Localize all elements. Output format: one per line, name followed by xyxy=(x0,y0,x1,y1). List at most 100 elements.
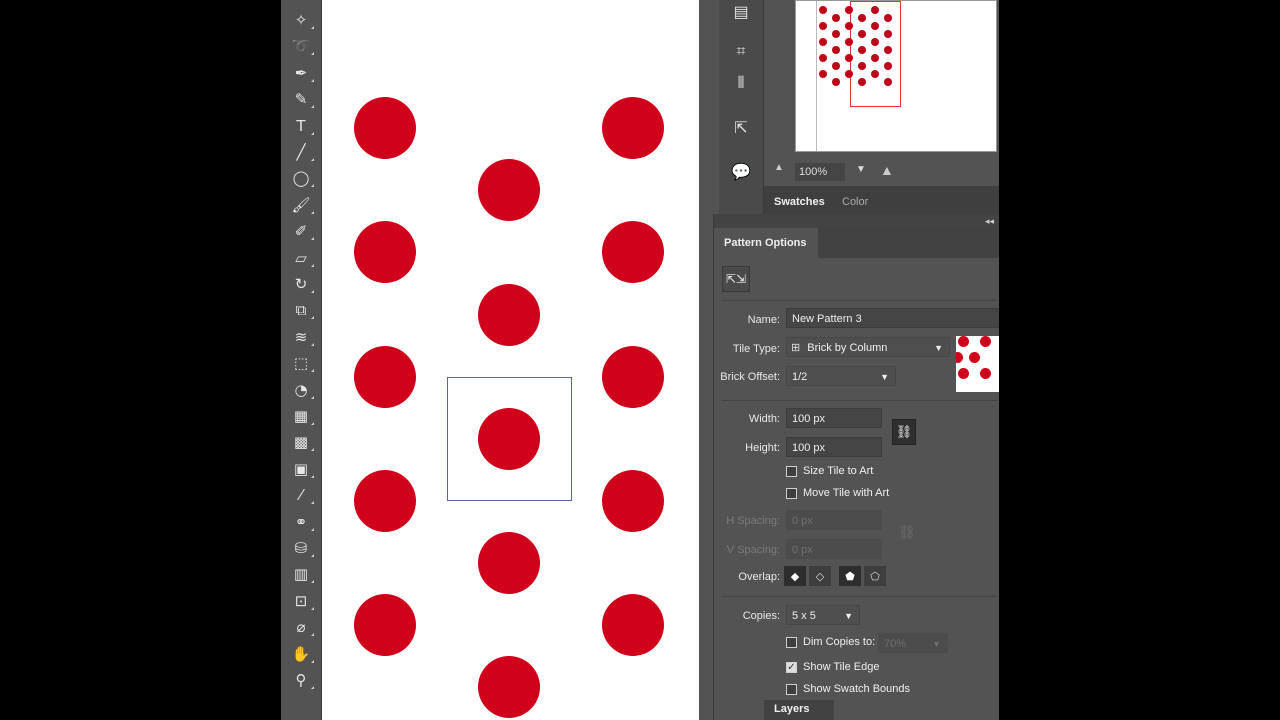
ellipse-icon[interactable]: ◯ xyxy=(287,166,315,190)
layers-tab-label: Layers xyxy=(774,703,810,715)
overlap-top-in-front-button[interactable]: ⬟ xyxy=(839,566,861,586)
navigator-dot xyxy=(819,54,827,62)
preview-dot xyxy=(958,336,969,347)
overlap-right-in-front-button[interactable]: ◇ xyxy=(809,566,831,586)
hand-icon[interactable]: ✋ xyxy=(287,642,315,666)
navigator-page xyxy=(816,1,996,151)
navigator-dot xyxy=(845,54,853,62)
zoom-icon[interactable]: ⚲ xyxy=(287,668,315,692)
zoom-out-icon[interactable]: ▲ xyxy=(774,162,784,173)
pen-icon[interactable]: ✒ xyxy=(287,61,315,85)
align-panel-icon[interactable]: ⫴ xyxy=(729,72,753,96)
layers-tab[interactable]: Layers xyxy=(764,700,834,720)
tile-type-label: Tile Type: xyxy=(732,343,780,355)
artboard-canvas[interactable] xyxy=(322,0,699,720)
magic-wand-icon[interactable]: ✧ xyxy=(287,8,315,32)
navigator-dot xyxy=(884,30,892,38)
move-tile-with-art-label: Move Tile with Art xyxy=(803,487,890,499)
overlap-left-in-front-button[interactable]: ◆ xyxy=(784,566,806,586)
type-icon[interactable]: T xyxy=(287,114,315,138)
name-input[interactable]: New Pattern 3 xyxy=(786,308,999,328)
pattern-dot xyxy=(354,221,416,283)
tab-pattern-options[interactable]: Pattern Options xyxy=(714,228,818,258)
navigator-dot xyxy=(832,78,840,86)
navigator-dot xyxy=(819,22,827,30)
shape-builder-icon[interactable]: ◔ xyxy=(287,378,315,402)
rotate-icon[interactable]: ↻ xyxy=(287,272,315,296)
pattern-dot xyxy=(354,346,416,408)
height-input[interactable]: 100 px xyxy=(786,437,882,457)
preview-dot xyxy=(969,352,980,363)
h-spacing-input[interactable]: 0 px xyxy=(786,510,882,530)
navigator-dot xyxy=(832,46,840,54)
transform-panel-icon[interactable]: ⌗ xyxy=(729,40,753,64)
mesh-icon[interactable]: ▩ xyxy=(287,430,315,454)
gradient-icon[interactable]: ▣ xyxy=(287,457,315,481)
column-graph-icon[interactable]: ▥ xyxy=(287,562,315,586)
collapse-icon[interactable]: ◂◂ xyxy=(985,214,994,228)
comments-panel-icon[interactable]: 💬 xyxy=(729,160,753,184)
v-spacing-value: 0 px xyxy=(792,544,813,556)
navigator-dot xyxy=(845,6,853,14)
zoom-in-icon[interactable]: ▲ xyxy=(880,162,894,178)
brick-offset-label: Brick Offset: xyxy=(720,371,780,383)
tab-swatches[interactable]: Swatches xyxy=(774,186,825,214)
overlap-label: Overlap: xyxy=(738,571,780,583)
dim-copies-label: Dim Copies to: xyxy=(803,636,876,648)
paintbrush-icon[interactable]: 🖌 xyxy=(287,193,315,217)
zoom-level-field[interactable]: 100% xyxy=(795,163,845,181)
scale-icon[interactable]: ⧉ xyxy=(287,298,315,322)
navigator-dot xyxy=(884,78,892,86)
symbol-sprayer-icon[interactable]: ⛁ xyxy=(287,536,315,560)
zoom-dropdown-icon[interactable]: ▼ xyxy=(856,164,866,175)
export-panel-icon[interactable]: ⇱ xyxy=(729,116,753,140)
navigator-dot xyxy=(858,30,866,38)
navigator-dot xyxy=(884,62,892,70)
overlap-bottom-in-front-button[interactable]: ⬠ xyxy=(864,566,886,586)
show-tile-edge-checkbox[interactable]: ✓ xyxy=(786,662,797,673)
v-spacing-input[interactable]: 0 px xyxy=(786,539,882,559)
pattern-tile-tool-button[interactable]: ⇱⇲ xyxy=(722,266,750,292)
size-tile-to-art-checkbox[interactable] xyxy=(786,466,797,477)
tab-color[interactable]: Color xyxy=(842,186,868,214)
line-icon[interactable]: ╱ xyxy=(287,140,315,164)
show-swatch-bounds-checkbox[interactable] xyxy=(786,684,797,695)
move-tile-with-art-checkbox[interactable] xyxy=(786,488,797,499)
pattern-dot xyxy=(602,594,664,656)
free-transform-icon[interactable]: ⬚ xyxy=(287,351,315,375)
unlinked-spacing-icon[interactable]: ⛓ xyxy=(898,524,916,541)
perspective-grid-icon[interactable]: ▦ xyxy=(287,404,315,428)
gradient-panel-icon[interactable]: ▤ xyxy=(729,0,753,24)
slice-icon[interactable]: ⌀ xyxy=(287,615,315,639)
curvature-icon[interactable]: ✎ xyxy=(287,87,315,111)
eraser-icon[interactable]: ▱ xyxy=(287,246,315,270)
copies-select[interactable]: 5 x 5 ▼ xyxy=(786,605,860,625)
dim-copies-select[interactable]: 70% ▼ xyxy=(878,633,948,653)
width-value: 100 px xyxy=(792,413,826,425)
navigator-dot xyxy=(871,54,879,62)
show-swatch-bounds-label: Show Swatch Bounds xyxy=(803,683,911,695)
copies-value: 5 x 5 xyxy=(792,610,816,622)
tile-type-select[interactable]: ⊞ Brick by Column ▼ xyxy=(786,337,950,357)
eyedropper-icon[interactable]: ⁄ xyxy=(287,483,315,507)
constrain-proportions-button[interactable]: ⛓ xyxy=(892,419,916,445)
blend-icon[interactable]: ⚭ xyxy=(287,510,315,534)
navigator-dot xyxy=(871,38,879,46)
artboard-icon[interactable]: ⊡ xyxy=(287,589,315,613)
letterbox-right xyxy=(999,0,1280,720)
warp-icon[interactable]: ≋ xyxy=(287,325,315,349)
h-spacing-value: 0 px xyxy=(792,515,813,527)
navigator-dot xyxy=(845,38,853,46)
navigator-dot xyxy=(832,62,840,70)
pattern-dot xyxy=(354,594,416,656)
width-input[interactable]: 100 px xyxy=(786,408,882,428)
lasso-icon[interactable]: ➰ xyxy=(287,34,315,58)
dim-copies-checkbox[interactable] xyxy=(786,637,797,648)
h-spacing-label: H Spacing: xyxy=(726,515,780,527)
dim-copies-value: 70% xyxy=(884,638,907,650)
shaper-icon[interactable]: ✐ xyxy=(287,219,315,243)
brick-offset-select[interactable]: 1/2 ▼ xyxy=(786,366,896,386)
tools-panel: ✧ ➰ ✒ ✎ T ╱ ◯ 🖌 ✐ ▱ ↻ ⧉ ≋ ⬚ ◔ ▦ ▩ ▣ ⁄ ⚭ ⛁ ▥ ⊡ ⌀ ✋ ⚲ xyxy=(281,0,322,720)
navigator-thumbnail[interactable] xyxy=(795,0,997,152)
navigator-dot xyxy=(832,30,840,38)
